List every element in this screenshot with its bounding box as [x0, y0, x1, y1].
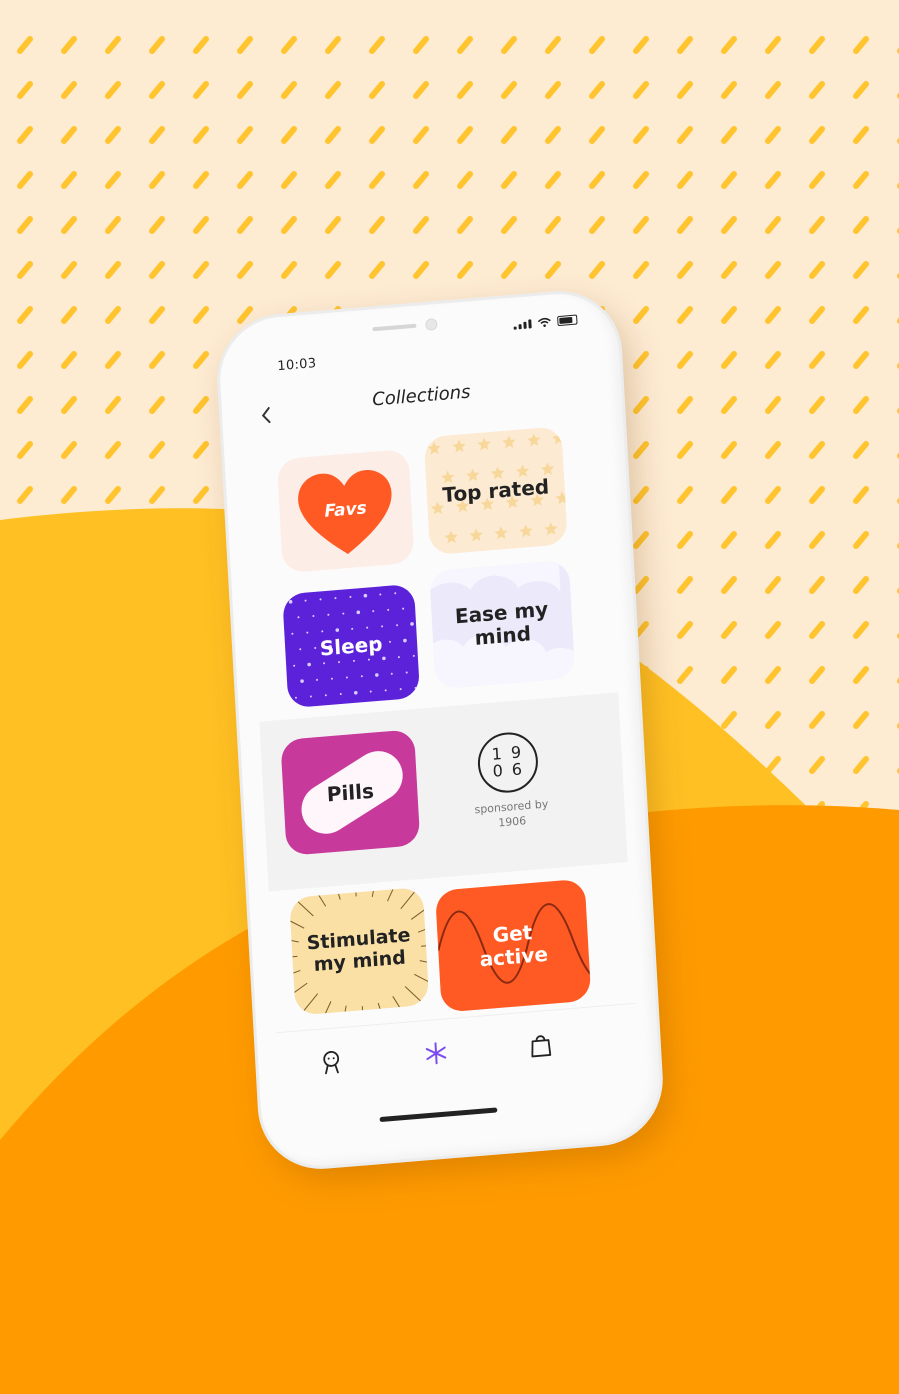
sponsor-logo-bottom: 0 6: [492, 759, 525, 781]
collection-label: Get active: [479, 920, 549, 972]
collection-top-rated[interactable]: Top rated: [423, 426, 568, 556]
speaker-grille: [372, 323, 417, 332]
collection-label: Ease my mind: [454, 596, 549, 650]
wifi-icon: [537, 317, 551, 328]
tab-collections[interactable]: [420, 1037, 452, 1069]
tab-profile[interactable]: [316, 1046, 348, 1078]
page-title: Collections: [371, 381, 471, 411]
phone-mockup: 10:03 Collections Favs Top rated Sleep E…: [216, 289, 664, 1171]
shopping-bag-icon: [531, 1035, 552, 1058]
signal-icon: [513, 319, 532, 330]
tab-shop[interactable]: [525, 1028, 557, 1060]
collection-get-active[interactable]: Get active: [434, 878, 592, 1013]
collection-sleep[interactable]: Sleep: [282, 583, 421, 709]
collection-label: Pills: [326, 778, 375, 806]
collection-label: Stimulate my mind: [306, 924, 411, 977]
collection-favs[interactable]: Favs: [276, 448, 415, 574]
status-icons: [513, 314, 578, 330]
profile-icon: [323, 1050, 340, 1075]
collection-pills[interactable]: Pills: [280, 729, 421, 856]
collection-stimulate-my-mind[interactable]: Stimulate my mind: [289, 886, 430, 1016]
collection-label: Favs: [323, 498, 368, 523]
home-indicator[interactable]: [379, 1107, 498, 1123]
battery-icon: [557, 314, 578, 327]
front-camera: [425, 318, 438, 331]
asterisk-icon: [425, 1042, 447, 1065]
collection-ease-my-mind[interactable]: Ease my mind: [429, 559, 576, 690]
status-time: 10:03: [277, 356, 317, 375]
